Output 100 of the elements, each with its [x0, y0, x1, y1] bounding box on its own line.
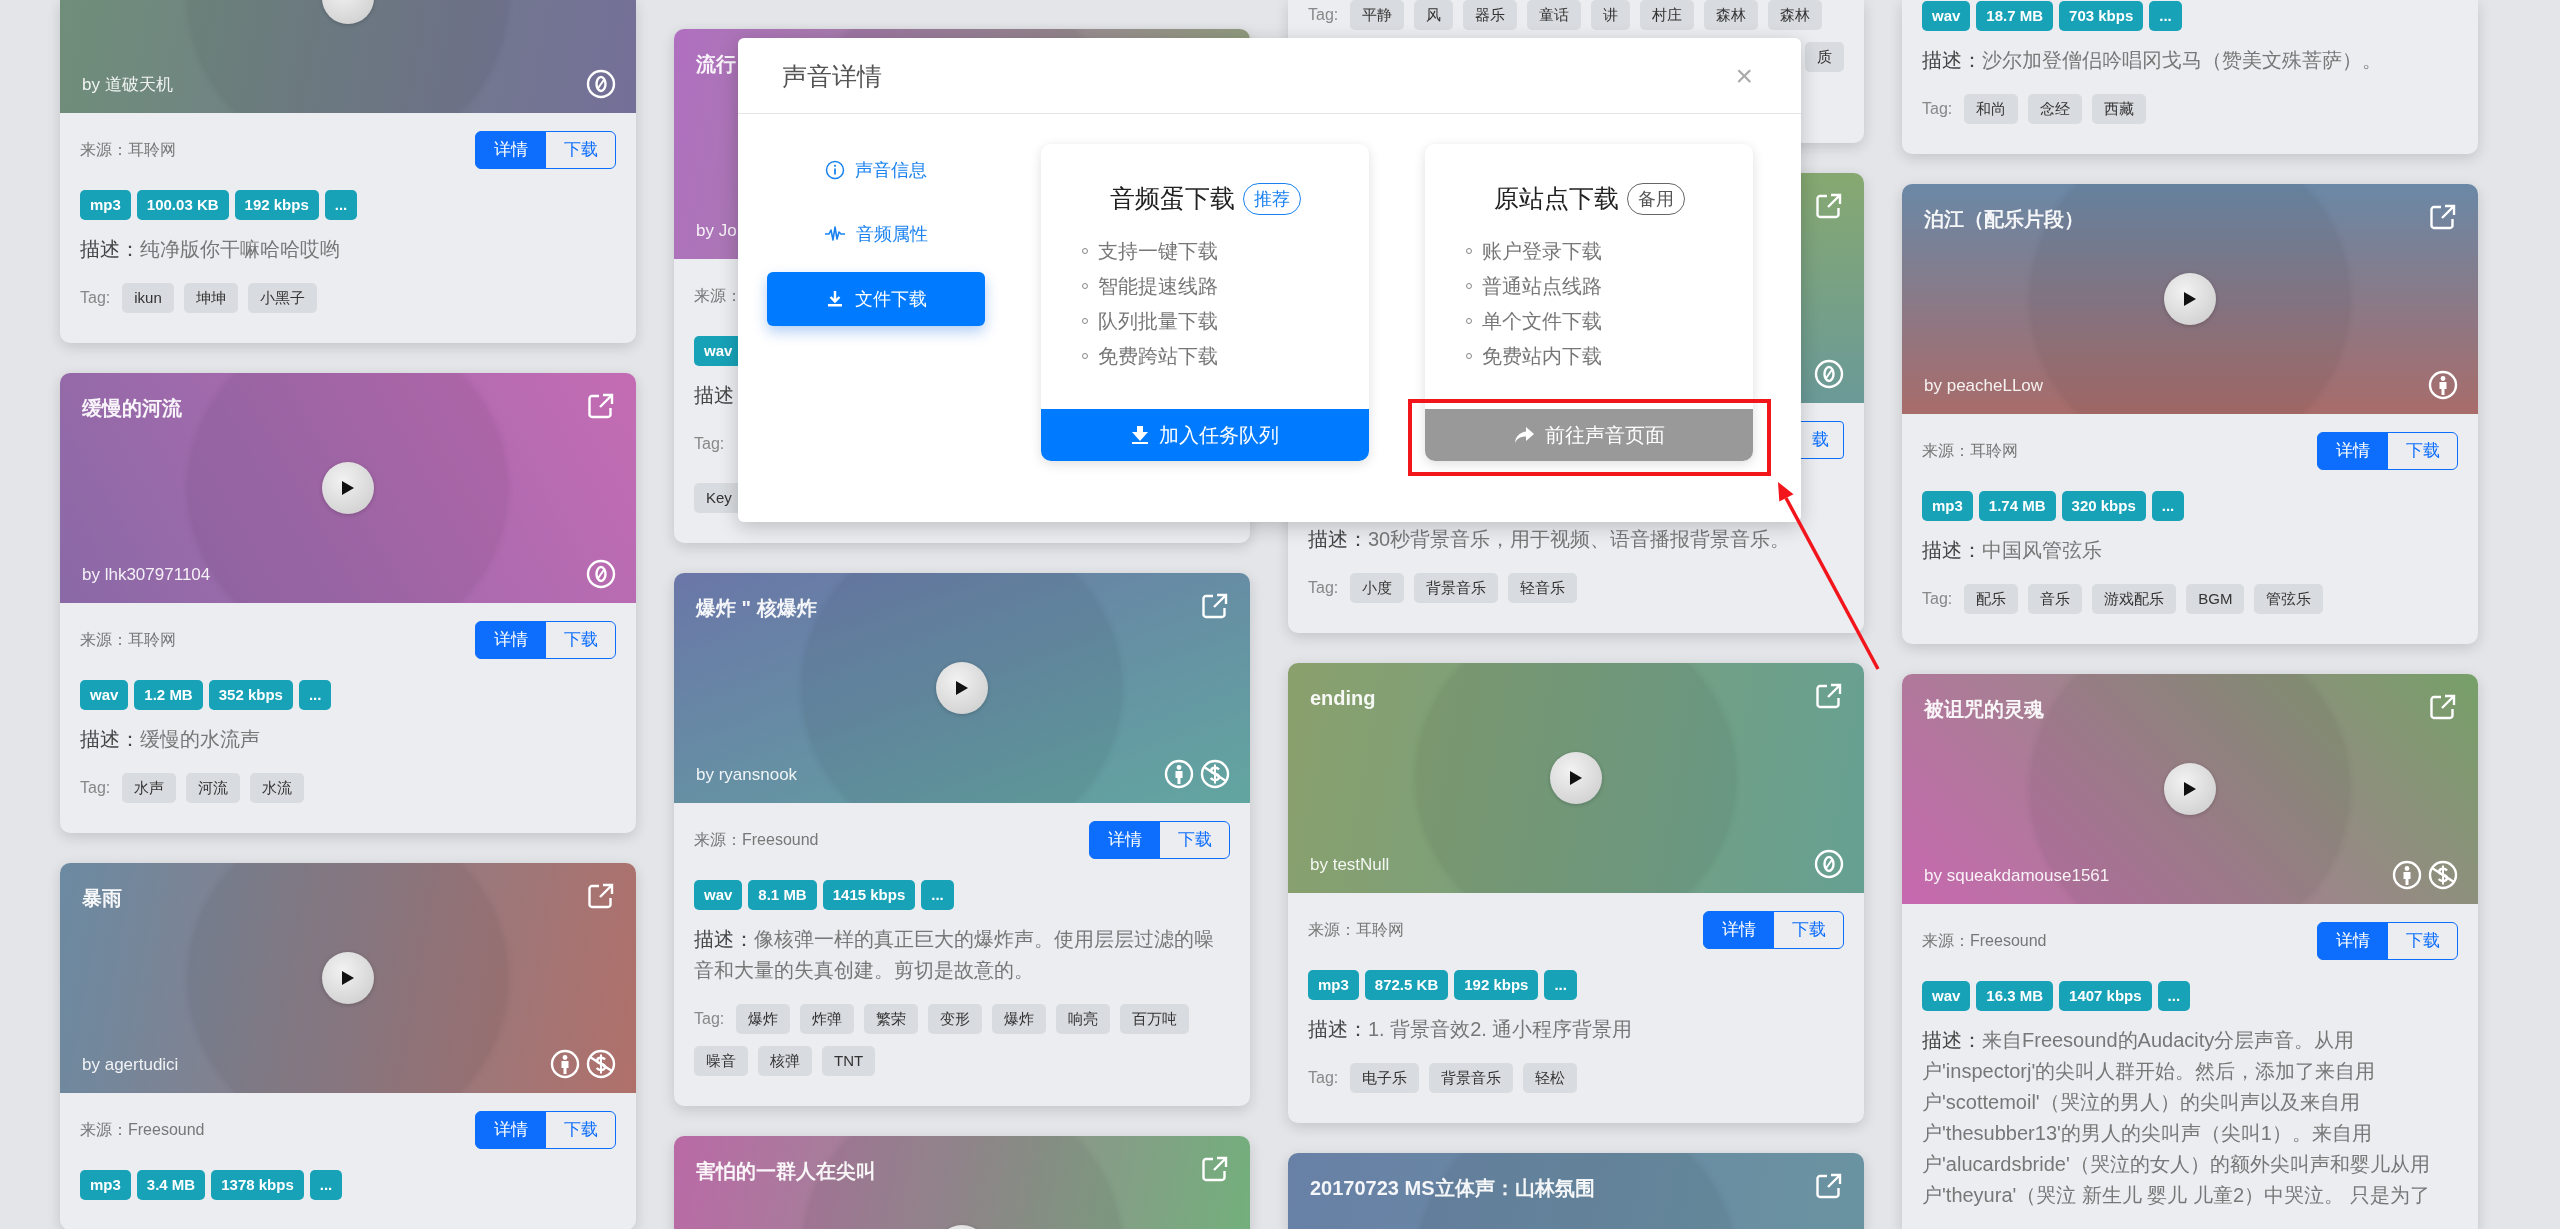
feature-text: 免费站内下载: [1482, 344, 1603, 369]
action-button[interactable]: 加入任务队列: [1041, 409, 1370, 461]
nav-tab[interactable]: 音频属性: [767, 208, 986, 260]
tag-chip[interactable]: 西藏: [2092, 94, 2147, 124]
details-button[interactable]: 详情: [475, 621, 546, 659]
tag-chip[interactable]: 爆炸: [992, 1004, 1047, 1034]
tag-chip[interactable]: 质: [1805, 42, 1844, 72]
tag-chip[interactable]: 电子乐: [1350, 1063, 1420, 1093]
tag-chip[interactable]: 念经: [2028, 94, 2083, 124]
tag-chip[interactable]: 噪音: [694, 1046, 748, 1076]
info-badge: ...: [2157, 981, 2191, 1011]
tag-label: Tag:: [1308, 578, 1339, 598]
tag-chip[interactable]: 小黑子: [247, 283, 317, 313]
download-button[interactable]: 下载: [2387, 922, 2458, 960]
details-button[interactable]: 详情: [1089, 821, 1160, 859]
info-badge: 16.3 MB: [1976, 981, 2054, 1011]
sound-title: 流行: [696, 52, 736, 77]
nav-tab[interactable]: 文件下载: [767, 272, 986, 326]
tag-chip[interactable]: 游戏配乐: [2092, 584, 2177, 614]
info-badge: 352 kbps: [208, 680, 293, 710]
info-badge: 192 kbps: [1454, 970, 1539, 1000]
tag-chip[interactable]: 变形: [928, 1004, 983, 1034]
tag-chip[interactable]: 背景音乐: [1414, 573, 1499, 603]
description-text: 描述：沙尔加登僧侣吟唱冈戈马（赞美文殊菩萨）。: [1922, 48, 2383, 73]
tag-chip[interactable]: 百万吨: [1120, 1004, 1190, 1034]
tag-chip[interactable]: 风: [1414, 0, 1454, 30]
tag-chip[interactable]: 爆炸: [736, 1004, 791, 1034]
download-button[interactable]: 下载: [1773, 911, 1844, 949]
tag-chip[interactable]: 管弦乐: [2254, 584, 2324, 614]
details-button[interactable]: 详情: [475, 131, 546, 169]
info-badge: 3.4 MB: [136, 1170, 206, 1200]
source-label: 来源：Freesound: [694, 830, 819, 850]
tag-chip[interactable]: 器乐: [1463, 0, 1518, 30]
feature-text: 单个文件下载: [1482, 309, 1603, 334]
tag-chip[interactable]: ikun: [122, 283, 174, 313]
download-button[interactable]: 下载: [1159, 821, 1230, 859]
tag-chip[interactable]: 背景音乐: [1429, 1063, 1514, 1093]
source-label: 来源：耳聆网: [80, 140, 176, 160]
tag-chip[interactable]: 轻音乐: [1508, 573, 1578, 603]
tag-chip[interactable]: 音乐: [2028, 584, 2083, 614]
info-badge: ...: [298, 680, 332, 710]
tag-chip[interactable]: TNT: [822, 1046, 876, 1076]
description-text: 描述: [694, 383, 735, 408]
details-button[interactable]: 详情: [1703, 911, 1774, 949]
tag-chip[interactable]: 平静: [1350, 0, 1405, 30]
dialog-title: 声音详情: [782, 60, 882, 91]
tag-label: Tag:: [80, 778, 111, 798]
tag-chip[interactable]: BGM: [2186, 584, 2245, 614]
details-button[interactable]: 详情: [475, 1111, 546, 1149]
tag-chip[interactable]: 水流: [250, 773, 305, 803]
feature-text: 普通站点线路: [1482, 274, 1603, 299]
tag-chip[interactable]: 轻松: [1523, 1063, 1578, 1093]
source-label: 来源：耳聆网: [1308, 920, 1404, 940]
option-title: 原站点下载: [1493, 183, 1619, 214]
info-badge: 320 kbps: [2061, 491, 2146, 521]
tag-label: Tag:: [1922, 99, 1953, 119]
option-title: 音频蛋下载: [1109, 183, 1235, 214]
feature-text: 队列批量下载: [1098, 309, 1219, 334]
tag-chip[interactable]: 响亮: [1056, 1004, 1111, 1034]
author-name: by agertudici: [82, 1053, 179, 1076]
tag-label: Tag:: [1308, 1068, 1339, 1088]
feature-text: 账户登录下载: [1482, 239, 1603, 264]
info-badge: 8.1 MB: [748, 880, 817, 910]
tag-chip[interactable]: 坤坤: [183, 283, 238, 313]
info-badge: ...: [2149, 1, 2182, 31]
tag-chip[interactable]: 森林: [1704, 0, 1759, 30]
source-label: 来源：耳聆网: [1922, 441, 2018, 461]
tag-chip[interactable]: 和尚: [1964, 94, 2019, 124]
tag-chip[interactable]: 村庄: [1640, 0, 1695, 30]
download-button[interactable]: 下载: [545, 621, 616, 659]
tag-chip[interactable]: 配乐: [1964, 584, 2019, 614]
tag-chip[interactable]: 森林: [1768, 0, 1823, 30]
details-button[interactable]: 详情: [2317, 432, 2388, 470]
download-button[interactable]: 下载: [2387, 432, 2458, 470]
tag-chip[interactable]: 繁荣: [864, 1004, 919, 1034]
description-text: 描述：来自Freesound的Audacity分层声音。从用户'inspectorj'的尖叫人群开始。然后，添加了来自用户'scottemoil'（哭泣的男人）的尖叫声以及来自用户'thesubber13'的男人的尖叫声（尖叫1）。来自用户'alucardsbride'（哭泣的女人）的额外尖叫声和婴儿从用户'theyura'（哭泣 新生儿 婴儿 儿童2）中哭泣。 只是为了: [1922, 1028, 2431, 1208]
info-badge: ...: [1544, 970, 1577, 1000]
download-button[interactable]: 下载: [545, 131, 616, 169]
tag-chip[interactable]: 河流: [186, 773, 241, 803]
tag-chip[interactable]: 童话: [1527, 0, 1582, 30]
tag-chip[interactable]: 水声: [122, 773, 177, 803]
info-badge: 192 kbps: [234, 190, 319, 220]
tag-chip[interactable]: 小度: [1350, 573, 1405, 603]
tag-label: Tag:: [694, 1009, 725, 1029]
info-badge: ...: [309, 1170, 343, 1200]
info-badge: 1407 kbps: [2059, 981, 2152, 1011]
download-button[interactable]: 下载: [545, 1111, 616, 1149]
description-text: 描述：30秒背景音乐，用于视频、语音播报背景音乐。: [1308, 527, 1792, 552]
sound-title: 缓慢的河流: [82, 396, 182, 421]
tag-chip[interactable]: 核弹: [758, 1046, 812, 1076]
nav-tab[interactable]: 声音信息: [767, 144, 986, 196]
details-button[interactable]: 详情: [2317, 922, 2388, 960]
tag-chip[interactable]: 炸弹: [800, 1004, 855, 1034]
info-badge: ...: [324, 190, 358, 220]
info-badge: 872.5 KB: [1364, 970, 1449, 1000]
info-badge: mp3: [1308, 970, 1359, 1000]
info-badge: wav: [80, 680, 129, 710]
feature-text: 智能提速线路: [1098, 274, 1219, 299]
tag-chip[interactable]: 讲: [1591, 0, 1631, 30]
author-name: by squeakdamouse1561: [1924, 864, 2110, 887]
